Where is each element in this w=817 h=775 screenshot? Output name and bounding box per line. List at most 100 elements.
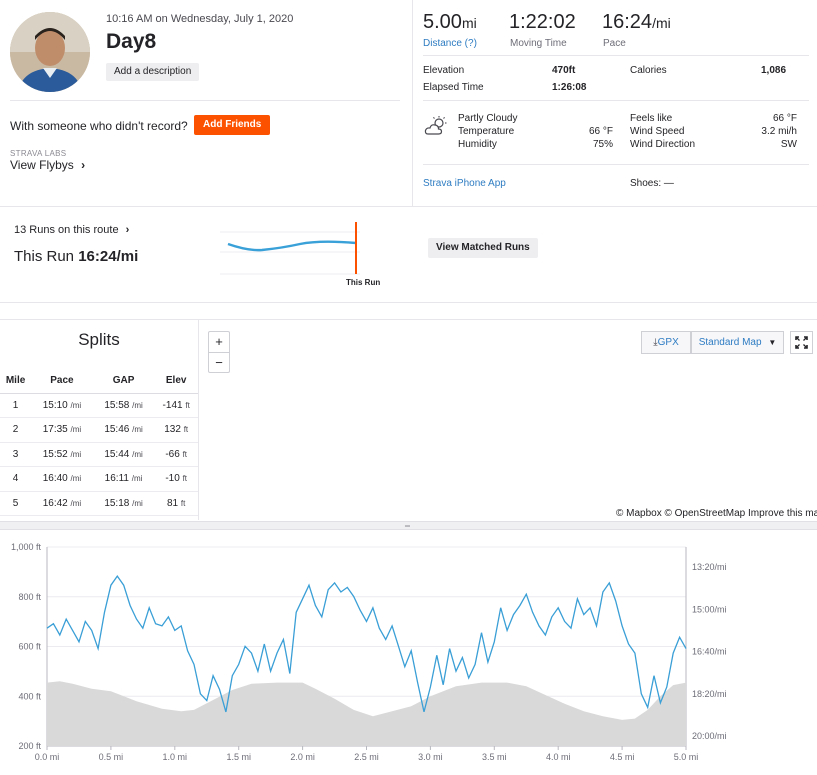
x-tick-label: 3.5 mi xyxy=(482,752,507,762)
split-elev: -66 ft xyxy=(154,442,198,467)
split-elev-unit: ft xyxy=(182,449,188,459)
split-mile: 2 xyxy=(0,417,32,443)
y-left-tick-label: 800 ft xyxy=(18,592,41,602)
split-elev-unit: ft xyxy=(180,498,186,508)
chevron-right-icon: › xyxy=(81,158,86,172)
athlete-avatar[interactable] xyxy=(10,12,90,92)
pace-unit: /mi xyxy=(652,15,671,31)
pace-label: Pace xyxy=(603,38,626,49)
split-pace: 15:52 /mi xyxy=(31,442,93,467)
zoom-out-button[interactable]: − xyxy=(209,352,229,372)
this-run-summary: This Run 16:24/mi xyxy=(14,248,138,265)
y-right-tick-label: 13:20/mi xyxy=(692,562,727,572)
fullscreen-icon[interactable] xyxy=(790,331,813,354)
this-run-marker-label: This Run xyxy=(346,278,380,287)
elevation-value: 470ft xyxy=(552,65,576,76)
y-left-tick-label: 600 ft xyxy=(18,642,41,652)
add-friends-button[interactable]: Add Friends xyxy=(194,115,271,135)
divider xyxy=(423,164,809,165)
split-pace-value: 16:40 xyxy=(42,473,68,485)
x-tick-label: 3.0 mi xyxy=(418,752,443,762)
pace-value: 16:24/mi xyxy=(602,11,671,34)
x-tick-label: 2.0 mi xyxy=(290,752,315,762)
column-divider xyxy=(412,0,413,207)
split-gap-unit: /mi xyxy=(132,425,143,435)
elapsed-time-value: 1:26:08 xyxy=(552,82,587,93)
map-style-dropdown[interactable]: Standard Map ▼ xyxy=(691,331,784,354)
split-pace: 15:10 /mi xyxy=(31,393,93,418)
elapsed-time-label: Elapsed Time xyxy=(423,82,484,93)
gpx-download-button[interactable]: ⤓GPX xyxy=(641,331,691,354)
split-mile: 4 xyxy=(0,466,32,492)
split-pace-unit: /mi xyxy=(70,425,82,435)
split-pace: 16:40 /mi xyxy=(31,466,93,492)
splits-title: Splits xyxy=(78,330,120,349)
view-flybys-link[interactable]: View Flybys › xyxy=(10,158,85,172)
split-mile: 3 xyxy=(0,442,32,467)
split-row[interactable]: 1 15:10 /mi 15:58 /mi -141 ft xyxy=(0,393,198,418)
split-mile: 1 xyxy=(0,393,32,418)
calories-value: 1,086 xyxy=(761,65,787,76)
route-comparison-chart[interactable]: This Run xyxy=(220,222,380,291)
distance-value: 5.00mi xyxy=(423,11,477,34)
add-description-button[interactable]: Add a description xyxy=(106,63,200,81)
x-tick-label: 4.5 mi xyxy=(610,752,635,762)
pace-number: 16:24 xyxy=(602,11,653,33)
split-pace: 16:42 /mi xyxy=(31,491,93,516)
split-elev: -10 ft xyxy=(154,466,198,492)
splits-header-mile: Mile xyxy=(0,368,32,394)
map-attribution[interactable]: © Mapbox © OpenStreetMap Improve this ma… xyxy=(616,508,817,519)
route-pace-line xyxy=(227,240,357,252)
section-divider xyxy=(0,206,817,207)
wind-speed-value: 3.2 mi/h xyxy=(761,126,797,137)
split-elev-value: -10 xyxy=(165,473,180,485)
splits-header-row: Mile Pace GAP Elev xyxy=(0,368,198,394)
with-someone-text: With someone who didn't record? xyxy=(10,119,188,133)
strava-labs-tag: STRAVA LABS xyxy=(10,149,67,158)
runs-on-route-link[interactable]: 13 Runs on this route › xyxy=(14,224,129,236)
split-elev-value: -66 xyxy=(165,448,180,460)
split-gap-value: 15:44 xyxy=(104,448,130,460)
split-gap: 15:46 /mi xyxy=(92,417,155,443)
split-pace-value: 15:52 xyxy=(42,448,68,460)
x-tick-label: 0.0 mi xyxy=(35,752,60,762)
split-elev-value: -141 xyxy=(162,399,183,411)
split-row[interactable]: 4 16:40 /mi 16:11 /mi -10 ft xyxy=(0,466,198,492)
drag-handle-icon[interactable]: ═ xyxy=(405,523,410,530)
elevation-label: Elevation xyxy=(423,65,465,76)
x-tick-label: 5.0 mi xyxy=(674,752,699,762)
split-gap: 15:44 /mi xyxy=(92,442,155,467)
temperature-label: Temperature xyxy=(458,126,515,137)
distance-unit: mi xyxy=(461,15,477,31)
split-elev-unit: ft xyxy=(185,400,190,410)
split-gap: 15:18 /mi xyxy=(92,491,155,516)
y-right-tick-label: 18:20/mi xyxy=(692,689,727,699)
activity-datetime: 10:16 AM on Wednesday, July 1, 2020 xyxy=(106,13,294,25)
map-style-label: Standard Map xyxy=(698,337,762,348)
device-link[interactable]: Strava iPhone App xyxy=(423,178,506,189)
humidity-label: Humidity xyxy=(458,139,497,150)
x-tick-label: 0.5 mi xyxy=(99,752,124,762)
y-right-tick-label: 15:00/mi xyxy=(692,604,727,614)
x-tick-label: 4.0 mi xyxy=(546,752,571,762)
elevation-pace-chart[interactable]: 0.0 mi 0.5 mi 1.0 mi 1.5 mi 2.0 mi 2.5 mi 3.0 … xyxy=(0,534,817,775)
split-elev: 132 ft xyxy=(154,417,198,443)
chevron-down-icon: ▼ xyxy=(768,338,777,347)
splits-table: Mile Pace GAP Elev 1 15:10 /mi 15:58 /mi… xyxy=(0,368,198,516)
view-matched-runs-button[interactable]: View Matched Runs xyxy=(428,238,538,258)
split-row[interactable]: 5 16:42 /mi 15:18 /mi 81 ft xyxy=(0,491,198,516)
split-row[interactable]: 2 17:35 /mi 15:46 /mi 132 ft xyxy=(0,417,198,443)
splits-header-elev: Elev xyxy=(154,368,198,394)
split-row[interactable]: 3 15:52 /mi 15:44 /mi -66 ft xyxy=(0,442,198,467)
split-pace-value: 17:35 xyxy=(42,424,68,436)
split-pace-unit: /mi xyxy=(70,400,82,410)
split-gap-value: 16:11 xyxy=(104,473,129,485)
zoom-in-button[interactable]: + xyxy=(209,332,229,352)
x-tick-label: 2.5 mi xyxy=(354,752,379,762)
x-tick-label: 1.5 mi xyxy=(226,752,251,762)
distance-label-link[interactable]: Distance (?) xyxy=(423,38,477,49)
map-zoom-control: + − xyxy=(208,331,230,373)
split-elev: 81 ft xyxy=(154,491,198,516)
chevron-right-icon: › xyxy=(125,224,130,236)
elevation-area xyxy=(47,681,686,746)
